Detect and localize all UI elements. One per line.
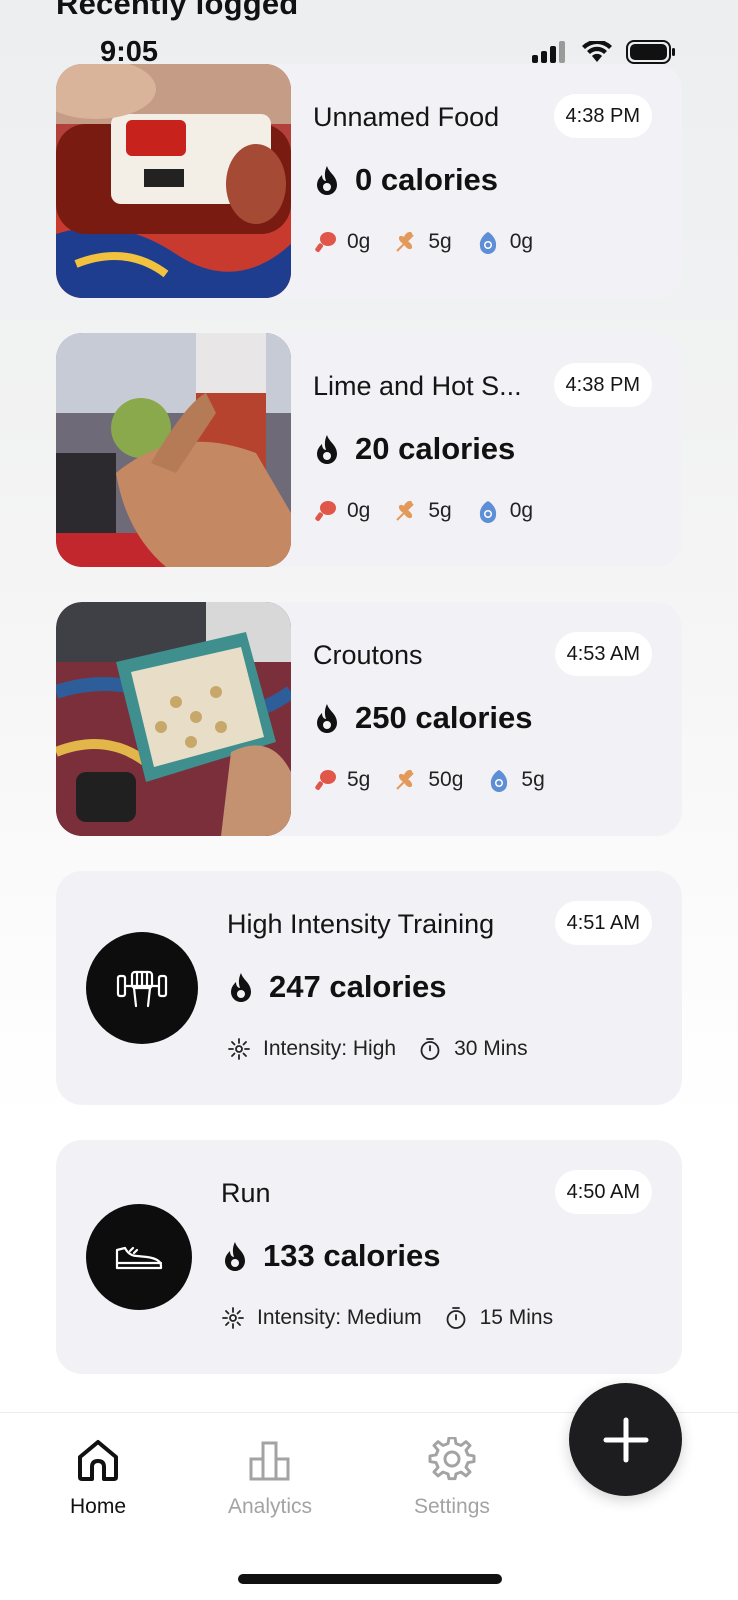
calories-value: 20 calories: [355, 431, 516, 466]
exercise-entry-card[interactable]: High Intensity Training 4:51 AM 247 calo…: [56, 871, 682, 1105]
wheat-icon: [396, 769, 415, 790]
intensity-meta: Intensity: High: [227, 1037, 396, 1061]
tab-analytics[interactable]: Analytics: [228, 1437, 312, 1519]
flame-icon: [317, 435, 337, 464]
calorie-row: 250 calories: [313, 700, 533, 736]
flame-icon: [225, 1242, 245, 1271]
entry-time: 4:53 AM: [554, 632, 652, 676]
home-screen: Recently logged 9:05 Unnamed Food 4:38 P…: [0, 0, 738, 1600]
fat-macro: 0g: [476, 230, 533, 254]
carbs-macro: 5g: [394, 230, 452, 254]
intensity-meta: Intensity: Medium: [221, 1306, 422, 1330]
wheat-icon: [396, 231, 415, 252]
carbs-macro: 50g: [394, 768, 463, 792]
avocado-icon: [479, 232, 496, 254]
calories-value: 247 calories: [269, 969, 447, 1004]
analytics-icon: [249, 1441, 290, 1481]
calorie-row: 133 calories: [221, 1238, 441, 1274]
entry-title: Unnamed Food: [313, 102, 500, 132]
carbs-value: 5g: [428, 230, 452, 253]
flame-icon: [317, 166, 337, 195]
food-photo: [56, 64, 291, 298]
duration-value: 30 Mins: [454, 1037, 528, 1060]
avocado-icon: [479, 501, 496, 523]
protein-value: 0g: [347, 230, 371, 253]
tab-home-label: Home: [70, 1495, 127, 1518]
status-icons: [532, 40, 676, 64]
intensity-value: Intensity: Medium: [257, 1306, 422, 1329]
avocado-icon: [491, 770, 508, 792]
tab-settings-label: Settings: [414, 1495, 490, 1518]
drumstick-icon: [315, 501, 336, 522]
exercise-meta-row: Intensity: High 30 Mins: [227, 1037, 550, 1061]
fat-macro: 5g: [487, 768, 545, 792]
intensity-icon: [222, 1307, 244, 1329]
flame-icon: [317, 704, 337, 733]
protein-macro: 0g: [313, 230, 370, 254]
calorie-row: 0 calories: [313, 162, 498, 198]
food-entry-card[interactable]: Lime and Hot S... 4:38 PM 20 calories 0g: [56, 333, 682, 567]
exercise-entry-card[interactable]: Run 4:50 AM 133 calories Intensity: Medi…: [56, 1140, 682, 1374]
entry-time: 4:38 PM: [553, 94, 652, 138]
calorie-row: 247 calories: [227, 969, 447, 1005]
signal-icon: [532, 41, 565, 63]
wifi-icon: [582, 41, 612, 62]
entry-title: Croutons: [313, 640, 423, 670]
entry-title: High Intensity Training: [227, 909, 495, 939]
protein-macro: 0g: [313, 499, 370, 523]
duration-value: 15 Mins: [479, 1306, 554, 1329]
drumstick-icon: [315, 232, 336, 253]
fat-macro: 0g: [476, 499, 533, 523]
intensity-icon: [228, 1038, 250, 1060]
entry-title: Run: [221, 1178, 271, 1208]
tab-settings[interactable]: Settings: [414, 1437, 490, 1519]
protein-value: 5g: [347, 768, 371, 791]
food-photo: [56, 333, 291, 567]
carbs-macro: 5g: [394, 499, 452, 523]
tab-analytics-label: Analytics: [228, 1495, 313, 1518]
carbs-value: 50g: [428, 768, 464, 791]
calories-value: 250 calories: [355, 700, 533, 735]
entry-time: 4:51 AM: [554, 901, 652, 945]
fat-value: 0g: [509, 499, 534, 522]
food-photo: [56, 602, 291, 836]
macro-row: 0g 5g 0g: [313, 499, 557, 523]
fat-value: 5g: [521, 768, 545, 791]
stopwatch-icon: [420, 1038, 440, 1060]
home-icon: [78, 1440, 119, 1481]
exercise-meta-row: Intensity: Medium 15 Mins: [221, 1306, 575, 1330]
entry-title: Lime and Hot S...: [313, 371, 522, 401]
entry-time: 4:38 PM: [553, 363, 652, 407]
food-entry-card[interactable]: Unnamed Food 4:38 PM 0 calories 0g 5g 0g: [56, 64, 682, 298]
section-title: Recently logged: [56, 0, 299, 21]
dumbbell-icon: [116, 970, 168, 1008]
fat-value: 0g: [509, 230, 534, 253]
protein-value: 0g: [347, 499, 371, 522]
calorie-row: 20 calories: [313, 431, 515, 467]
battery-icon: [626, 40, 675, 64]
add-entry-button[interactable]: [569, 1383, 682, 1496]
exercise-icon-circle: [86, 932, 198, 1044]
macro-row: 5g 50g 5g: [313, 768, 569, 792]
flame-icon: [231, 973, 251, 1002]
macro-row: 0g 5g 0g: [313, 230, 557, 254]
gear-icon: [428, 1437, 476, 1481]
entry-time: 4:50 AM: [554, 1170, 652, 1214]
calories-value: 0 calories: [355, 162, 499, 197]
wheat-icon: [396, 500, 415, 521]
exercise-icon-circle: [86, 1204, 192, 1310]
duration-meta: 15 Mins: [444, 1306, 554, 1330]
calories-value: 133 calories: [263, 1238, 441, 1273]
drumstick-icon: [315, 770, 336, 791]
intensity-value: Intensity: High: [263, 1037, 397, 1060]
tab-home[interactable]: Home: [70, 1437, 126, 1519]
plus-icon: [603, 1417, 648, 1462]
home-indicator: [238, 1574, 502, 1584]
stopwatch-icon: [446, 1307, 465, 1329]
protein-macro: 5g: [313, 768, 370, 792]
carbs-value: 5g: [428, 499, 452, 522]
food-entry-card[interactable]: Croutons 4:53 AM 250 calories 5g 50g 5g: [56, 602, 682, 836]
shoe-icon: [115, 1246, 163, 1270]
duration-meta: 30 Mins: [418, 1037, 528, 1061]
